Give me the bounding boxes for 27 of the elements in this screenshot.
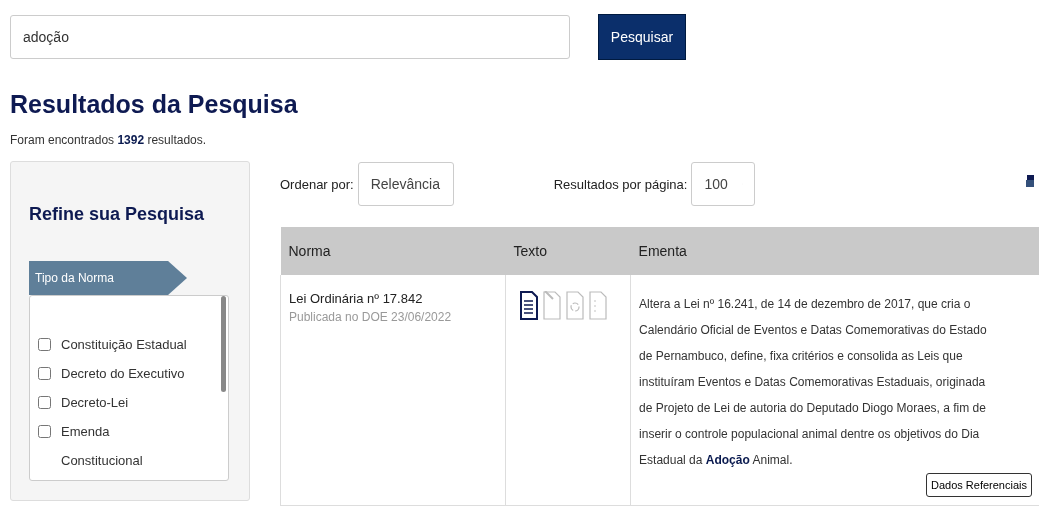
search-field[interactable]: adoção: [10, 15, 570, 59]
document-icon[interactable]: [520, 291, 540, 321]
summary-text: Altera a Lei nº 16.241, de 14 de dezembro de 2017, que cria o Calendário Oficial de Eventos e Datas Comemorativas do Estado de Pernambuco, define, fixa critérios e consolida as Leis que instituíram Eventos e Datas Comemorativas Estaduais, originada de Projeto de Lei de autoria do Deputado Diogo Moraes, a fim de inserir o controle populacional animal dentre os objetivos do Dia Estadual da Adoção Animal.: [639, 296, 988, 469]
filter-heading[interactable]: Tipo da Norma: [29, 261, 187, 295]
reference-data-button[interactable]: Dados Referenciais: [926, 473, 1032, 497]
checkbox[interactable]: [38, 396, 51, 409]
panel-title: Refine sua Pesquisa: [29, 204, 206, 225]
option-label: Decreto do Executivo: [61, 365, 186, 383]
sort-label: Ordenar por:: [280, 176, 354, 192]
publication-date: Publicada no DOE 23/06/2022: [289, 310, 453, 324]
option-label: Emenda Constitucional: [61, 423, 144, 470]
search-button[interactable]: Pesquisar: [598, 14, 686, 60]
column-header: Texto: [505, 227, 631, 275]
result-count: Foram encontrados 1392 resultados.: [10, 133, 208, 147]
column-header: Norma: [280, 227, 506, 275]
option-label: Constituição Estadual: [61, 336, 188, 354]
per-page-select[interactable]: 100: [691, 162, 756, 206]
checkbox[interactable]: [38, 367, 51, 380]
checkbox[interactable]: [38, 338, 51, 351]
sort-select[interactable]: Relevância: [357, 162, 454, 206]
scrollbar[interactable]: [221, 296, 226, 392]
norm-title[interactable]: Lei Ordinária nº 17.842: [289, 291, 498, 306]
page-title: Resultados da Pesquisa: [10, 90, 299, 119]
checkbox[interactable]: [38, 425, 51, 438]
column-header: Ementa: [630, 227, 1039, 275]
per-page-label: Resultados por página:: [553, 176, 688, 192]
option-label: Decreto-Lei: [61, 394, 130, 412]
